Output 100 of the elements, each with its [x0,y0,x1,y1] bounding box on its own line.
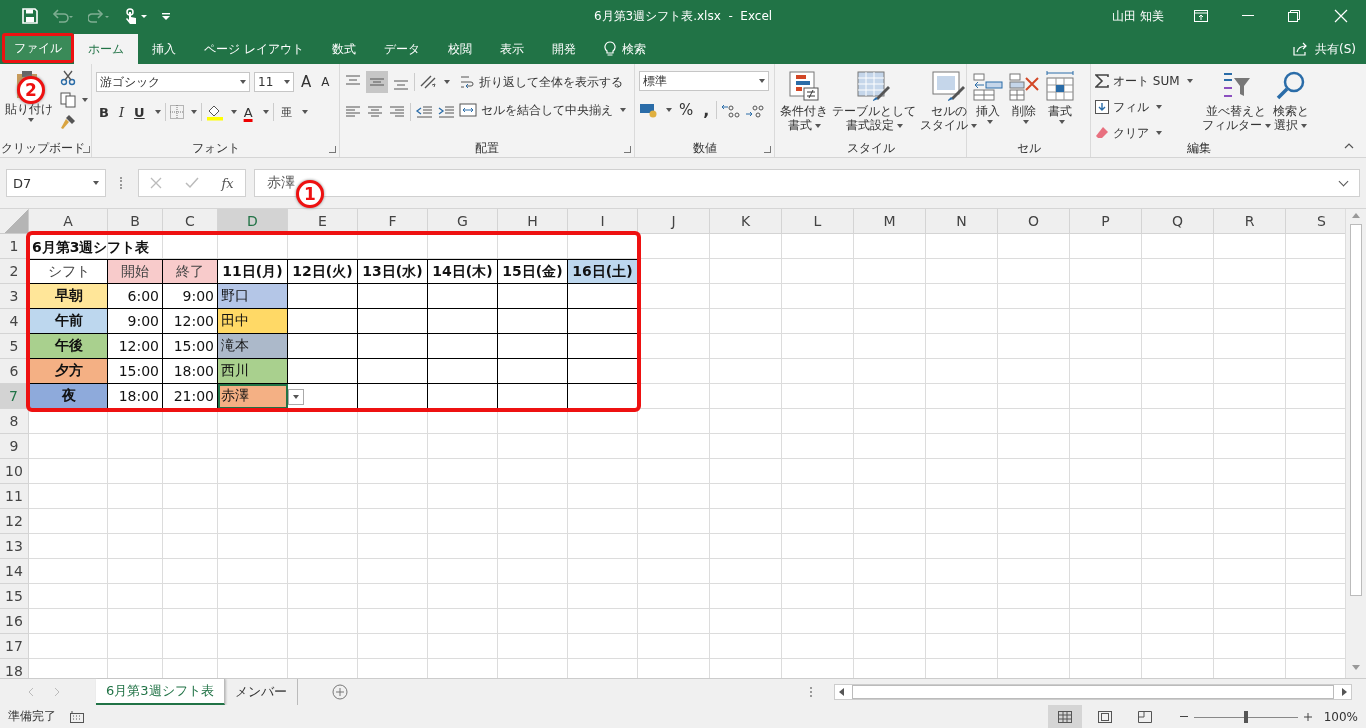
row-header[interactable]: 14 [0,559,29,584]
bold-button[interactable]: B [96,102,112,122]
ribbon-tab[interactable]: 表示 [485,34,538,64]
zoom-in-icon[interactable] [1303,712,1312,721]
row-header[interactable]: 10 [0,459,29,484]
comma-button[interactable]: , [700,100,713,120]
orientation-icon[interactable] [419,74,437,90]
cut-icon[interactable] [60,70,76,86]
add-sheet-icon[interactable] [331,684,348,700]
row-header[interactable]: 8 [0,409,29,434]
ribbon-tab[interactable]: 挿入 [138,34,190,64]
view-button[interactable] [1047,705,1082,728]
collapse-ribbon-icon[interactable] [1344,143,1354,149]
merge-center-button[interactable]: セルを結合して中央揃え [459,99,626,121]
row-header[interactable]: 11 [0,484,29,509]
share-button[interactable]: 共有(S) [1293,34,1356,64]
dialog-launcher-icon[interactable] [764,146,771,153]
row-header[interactable]: 18 [0,659,29,678]
fill-color-icon[interactable] [205,103,224,121]
status-text: 準備完了 [8,708,56,725]
column-header[interactable]: Q [1142,209,1214,234]
file-tab[interactable]: ファイル [2,33,74,63]
column-header[interactable]: L [782,209,854,234]
check-icon[interactable] [184,177,199,189]
column-header[interactable]: J [638,209,710,234]
autosum-button[interactable]: オート SUM [1095,70,1193,92]
caret-icon [759,79,765,83]
align-right-icon[interactable] [388,104,406,120]
column-header[interactable]: M [854,209,926,234]
underline-button[interactable]: U [131,102,148,122]
zoom-thumb[interactable] [1243,710,1248,723]
sheet-tab[interactable]: メンバー [224,678,298,705]
minimize-icon[interactable] [1242,15,1254,17]
caret-icon [1156,131,1162,135]
sheet-tab[interactable]: 6月第3週シフト表 [96,678,225,705]
restore-icon[interactable] [1288,10,1300,22]
find-select-button[interactable]: 検索と 選択 [1271,68,1310,134]
increase-indent-icon[interactable] [437,104,455,120]
phonetic-button[interactable]: 亜 [277,102,295,122]
row-header[interactable]: 17 [0,634,29,659]
format-painter-icon[interactable] [60,114,76,130]
dropdown-button[interactable] [288,389,304,405]
row-header[interactable]: 9 [0,434,29,459]
style-button[interactable]: 条件付き 書式 [779,68,829,134]
vertical-scrollbar[interactable] [1345,209,1366,678]
ribbon-tab[interactable]: ホーム [74,34,138,64]
touch-mode-icon[interactable] [124,7,148,25]
dialog-launcher-icon[interactable] [624,146,631,153]
zoom-level[interactable]: 100% [1323,709,1358,724]
redo-icon[interactable] [88,9,110,23]
row-header[interactable]: 12 [0,509,29,534]
grow-font-button[interactable]: A [298,72,315,92]
style-button[interactable]: テーブルとして 書式設定 [831,68,917,134]
currency-icon[interactable] [639,102,659,118]
font-size-field[interactable]: 11 [254,72,294,92]
insert-function-button[interactable]: fx [221,175,234,191]
number-format-field[interactable]: 標準 [639,71,769,91]
column-header[interactable]: N [926,209,998,234]
ribbon-tab[interactable]: ページ レイアウト [190,34,318,64]
name-box[interactable]: D7 [6,169,106,197]
percent-button[interactable]: % [676,100,697,120]
align-center-icon[interactable] [366,104,384,120]
sort-filter-button[interactable]: 並べ替えと フィルター [1200,68,1272,134]
increase-decimal-icon[interactable] [721,102,742,118]
ribbon-tab[interactable]: 校閲 [433,34,486,64]
italic-button[interactable]: I [115,102,128,122]
dialog-launcher-icon[interactable] [329,146,336,153]
font-name-field[interactable]: 游ゴシック [96,72,250,92]
shrink-font-button[interactable]: A [318,72,333,92]
tell-me-search[interactable]: 検索 [589,34,660,64]
cells-button[interactable]: 書式 [1043,68,1077,126]
ribbon-tab[interactable]: データ [369,34,434,64]
ribbon-options-icon[interactable] [1194,10,1208,22]
row-header[interactable]: 15 [0,584,29,609]
dialog-launcher-icon[interactable] [83,146,90,153]
horizontal-scrollbar[interactable] [834,684,1352,700]
decrease-indent-icon[interactable] [415,104,433,120]
row-header[interactable]: 13 [0,534,29,559]
row-header[interactable]: 16 [0,609,29,634]
fill-button[interactable]: フィル [1095,96,1193,118]
font-color-button[interactable]: A [240,102,256,122]
column-header[interactable]: P [1070,209,1142,234]
column-header[interactable]: O [998,209,1070,234]
copy-button[interactable] [60,92,88,108]
user-name[interactable]: 山田 知美 [1112,7,1164,25]
ribbon-tab[interactable]: 数式 [317,34,370,64]
column-header[interactable]: K [710,209,782,234]
undo-icon[interactable] [52,9,74,23]
decrease-decimal-icon[interactable] [745,102,766,118]
wrap-text-button[interactable]: 折り返して全体を表示する [459,71,626,93]
column-header[interactable]: R [1214,209,1286,234]
save-icon[interactable] [22,8,38,24]
cells-button[interactable]: 削除 [1007,68,1041,126]
align-left-icon[interactable] [344,104,362,120]
ribbon-tab[interactable]: 開発 [537,34,590,64]
macro-record-icon[interactable] [70,710,84,723]
close-icon[interactable] [1334,9,1348,23]
cells-button[interactable]: 挿入 [971,68,1005,126]
customize-icon[interactable] [162,12,170,20]
borders-icon[interactable] [169,105,184,119]
